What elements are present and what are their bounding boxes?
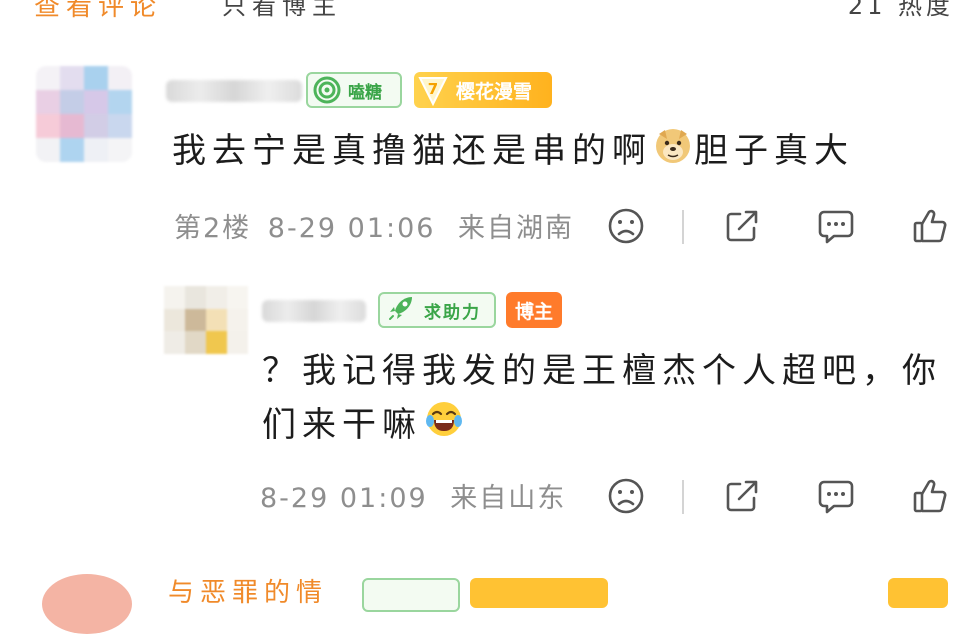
reply-like-button[interactable] <box>910 476 950 516</box>
comment-location: 来自湖南 <box>458 213 575 244</box>
sad-face-icon <box>608 208 644 244</box>
next-badge-tag[interactable] <box>888 578 948 608</box>
badge-candy-label: 嗑糖 <box>348 82 382 103</box>
comment-icon <box>818 210 854 244</box>
dislike-button[interactable] <box>606 206 646 246</box>
lollipop-icon <box>312 75 342 105</box>
comment-text-part1: 我去宁是真撸猫还是串的啊 <box>172 131 652 171</box>
badge-help[interactable]: 求助力 <box>378 292 496 328</box>
like-button[interactable] <box>910 206 950 246</box>
reply-action-divider <box>682 480 684 514</box>
top-tab-comments[interactable]: 查看评论 <box>34 0 162 23</box>
avatar[interactable] <box>36 66 132 162</box>
reply-share-button[interactable] <box>722 476 762 516</box>
next-badge-fan[interactable] <box>470 578 608 608</box>
comment-time: 8-29 01:06 <box>267 213 436 244</box>
comment-floor: 第2楼 <box>174 213 252 244</box>
comment-text-part2: 胆子真大 <box>694 131 854 171</box>
laugh-cry-emoji <box>424 399 464 455</box>
svg-text:7: 7 <box>428 80 438 98</box>
comment-meta: 第2楼 8-29 01:06 来自湖南 <box>174 206 574 245</box>
top-sort-hot[interactable]: 21 热度 <box>848 0 954 21</box>
reply-text-line1: ？我记得我发的是王檀杰个人超吧，你 <box>262 351 942 391</box>
badge-fan-level[interactable]: 7 樱花漫雪 <box>414 72 552 108</box>
reply-time: 8-29 01:09 <box>260 483 428 514</box>
reply-location: 来自山东 <box>450 483 567 514</box>
badge-candy[interactable]: 嗑糖 <box>306 72 402 108</box>
comment-icon <box>818 480 854 514</box>
reply-text-line2: 们来干嘛 <box>262 398 466 455</box>
doge-emoji <box>654 126 692 180</box>
next-username[interactable]: 与恶罪的情 <box>168 572 328 609</box>
reply-dislike-button[interactable] <box>606 476 646 516</box>
reply-text-line2-text: 们来干嘛 <box>262 405 422 445</box>
badge-owner: 博主 <box>506 292 562 328</box>
reply-button[interactable] <box>816 206 856 246</box>
sad-face-icon <box>608 478 644 514</box>
reply-username-blurred[interactable] <box>262 300 366 322</box>
share-icon <box>726 210 758 242</box>
thumbs-up-icon <box>913 209 947 243</box>
reply-reply-button[interactable] <box>816 476 856 516</box>
badge-help-label: 求助力 <box>424 302 481 323</box>
badge-fan-name: 樱花漫雪 <box>456 80 533 103</box>
action-divider <box>682 210 684 244</box>
rocket-icon <box>386 293 416 327</box>
top-tab-owner-only[interactable]: 只看博主 <box>222 0 342 21</box>
username-blurred[interactable] <box>166 80 302 102</box>
share-button[interactable] <box>722 206 762 246</box>
share-icon <box>726 480 758 512</box>
thumbs-up-icon <box>913 479 947 513</box>
reply-avatar[interactable] <box>164 286 248 354</box>
reply-meta: 8-29 01:09 来自山东 <box>260 476 566 515</box>
next-avatar[interactable] <box>42 574 132 634</box>
diamond-level-icon: 7 <box>416 74 450 106</box>
comment-text: 我去宁是真撸猫还是串的啊 胆子真大 <box>172 124 854 180</box>
next-badge-green[interactable] <box>362 578 460 612</box>
